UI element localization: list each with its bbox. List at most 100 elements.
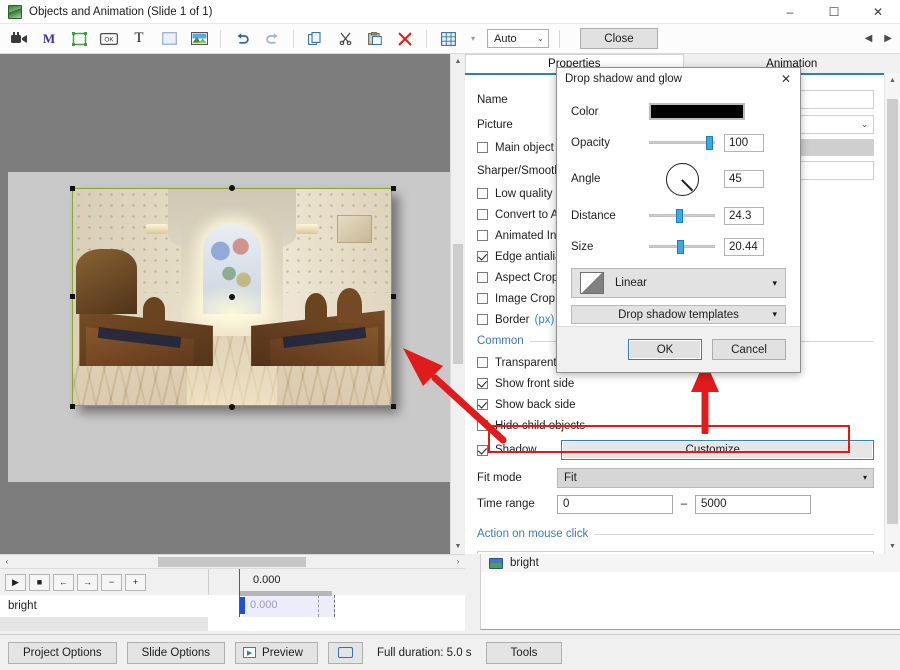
resize-handle-s[interactable] [229, 404, 235, 410]
low-quality-checkbox[interactable] [477, 188, 488, 199]
properties-vertical-scrollbar[interactable]: ▲ ▼ [884, 73, 900, 554]
mask-object-icon[interactable]: M [36, 27, 62, 51]
color-swatch[interactable] [649, 103, 745, 120]
slide-area[interactable] [8, 172, 450, 482]
resize-handle-e[interactable] [391, 294, 396, 299]
time-range-start-input[interactable]: 0 [557, 494, 673, 514]
list-item[interactable]: bright [481, 554, 900, 572]
preview-button[interactable]: ▶ Preview [235, 641, 318, 664]
show-back-side-checkbox[interactable] [477, 399, 488, 410]
scroll-up-icon[interactable]: ▲ [451, 54, 465, 69]
convert-to-a-checkbox[interactable] [477, 209, 488, 220]
aspect-crop-checkbox[interactable] [477, 272, 488, 283]
keyframe-time-label: 0.000 [250, 599, 278, 611]
loop-button[interactable] [327, 641, 363, 664]
scroll-right-icon[interactable]: › [451, 557, 465, 566]
zoom-out-button[interactable]: − [101, 573, 122, 591]
resize-handle-w[interactable] [70, 294, 75, 299]
size-slider[interactable] [649, 239, 715, 254]
zoom-combo[interactable]: Auto ⌄ [487, 29, 549, 48]
size-input[interactable]: 20.44 [724, 237, 764, 256]
shadow-row[interactable]: Shadow Customize... [477, 436, 874, 464]
close-button[interactable]: Close [580, 28, 658, 49]
button-object-icon[interactable]: OK [96, 27, 122, 51]
angle-input[interactable]: 45 [724, 170, 764, 188]
scroll-thumb[interactable] [158, 557, 306, 567]
fit-mode-row: Fit mode Fit ▾ [477, 464, 874, 491]
cut-icon[interactable] [332, 27, 358, 51]
video-object-icon[interactable] [6, 27, 32, 51]
fit-mode-combo[interactable]: Fit ▾ [557, 467, 874, 488]
resize-handle-nw[interactable] [70, 186, 75, 191]
delete-icon[interactable] [392, 27, 418, 51]
ok-button[interactable]: OK [628, 339, 702, 360]
hide-child-objects-checkbox[interactable] [477, 420, 488, 431]
cancel-button[interactable]: Cancel [712, 339, 786, 360]
play-button[interactable]: ▶ [5, 573, 26, 591]
gradient-type-combo[interactable]: Linear ▾ [571, 268, 786, 298]
scroll-left-icon[interactable]: ‹ [0, 557, 14, 566]
scroll-thumb[interactable] [453, 244, 463, 364]
shadow-checkbox[interactable] [477, 444, 488, 456]
canvas-viewport[interactable] [0, 54, 450, 554]
resize-handle-n[interactable] [229, 185, 235, 191]
next-slide-icon[interactable]: ▶ [884, 33, 892, 44]
prev-slide-icon[interactable]: ◀ [865, 33, 873, 44]
text-object-icon[interactable]: T [126, 27, 152, 51]
grid-dropdown-icon[interactable]: ▾ [465, 27, 481, 51]
paste-icon[interactable] [362, 27, 388, 51]
animated-in-checkbox[interactable] [477, 230, 488, 241]
objects-list[interactable]: bright [480, 554, 900, 630]
resize-handle-ne[interactable] [391, 186, 396, 191]
maximize-button[interactable]: ☐ [812, 0, 856, 24]
undo-icon[interactable] [229, 27, 255, 51]
copy-icon[interactable] [302, 27, 328, 51]
scroll-thumb[interactable] [887, 99, 898, 524]
main-object-checkbox[interactable] [477, 142, 488, 153]
stop-button[interactable]: ■ [29, 573, 50, 591]
show-front-side-checkbox[interactable] [477, 378, 488, 389]
hide-child-objects-row[interactable]: Hide child objects [477, 415, 874, 436]
close-window-button[interactable]: ✕ [856, 0, 900, 24]
show-back-side-row[interactable]: Show back side [477, 394, 874, 415]
tools-button[interactable]: Tools [485, 641, 563, 664]
scroll-down-icon[interactable]: ▼ [885, 539, 900, 554]
image-object-icon[interactable] [186, 27, 212, 51]
redo-icon[interactable] [259, 27, 285, 51]
customize-button[interactable]: Customize... [561, 440, 874, 460]
frame-object-icon[interactable] [66, 27, 92, 51]
dialog-close-icon[interactable]: ✕ [772, 68, 800, 90]
distance-input[interactable]: 24.3 [724, 206, 764, 225]
angle-dial[interactable] [665, 162, 699, 196]
show-front-side-row[interactable]: Show front side [477, 373, 874, 394]
transparent-checkbox[interactable] [477, 357, 488, 368]
minimize-button[interactable]: – [768, 0, 812, 24]
next-keyframe-button[interactable]: → [77, 573, 98, 591]
distance-label: Distance [571, 209, 616, 222]
border-checkbox[interactable] [477, 314, 488, 325]
scroll-up-icon[interactable]: ▲ [885, 73, 900, 88]
edge-antialias-checkbox[interactable] [477, 251, 488, 262]
resize-handle-sw[interactable] [70, 404, 75, 409]
zoom-in-button[interactable]: + [125, 573, 146, 591]
photo-layer-finial-left [142, 297, 166, 323]
drop-shadow-templates-button[interactable]: Drop shadow templates ▾ [571, 305, 786, 324]
resize-handle-se[interactable] [391, 404, 396, 409]
time-range-end-input[interactable]: 5000 [695, 494, 811, 514]
grid-icon[interactable] [435, 27, 461, 51]
opacity-input[interactable]: 100 [724, 133, 764, 152]
image-crop-checkbox[interactable] [477, 293, 488, 304]
slider-knob[interactable] [676, 208, 683, 223]
distance-slider[interactable] [649, 208, 715, 223]
canvas-vertical-scrollbar[interactable]: ▲ ▼ [450, 54, 465, 554]
slider-knob[interactable] [677, 239, 684, 254]
prev-keyframe-button[interactable]: ← [53, 573, 74, 591]
rotate-handle-center[interactable] [229, 294, 235, 300]
project-options-button[interactable]: Project Options [8, 641, 117, 664]
scroll-down-icon[interactable]: ▼ [451, 539, 465, 554]
canvas-horizontal-scrollbar[interactable]: ‹ › [0, 554, 465, 568]
slider-knob[interactable] [706, 135, 713, 150]
opacity-slider[interactable] [649, 135, 715, 150]
slide-options-button[interactable]: Slide Options [126, 641, 226, 664]
rectangle-object-icon[interactable] [156, 27, 182, 51]
